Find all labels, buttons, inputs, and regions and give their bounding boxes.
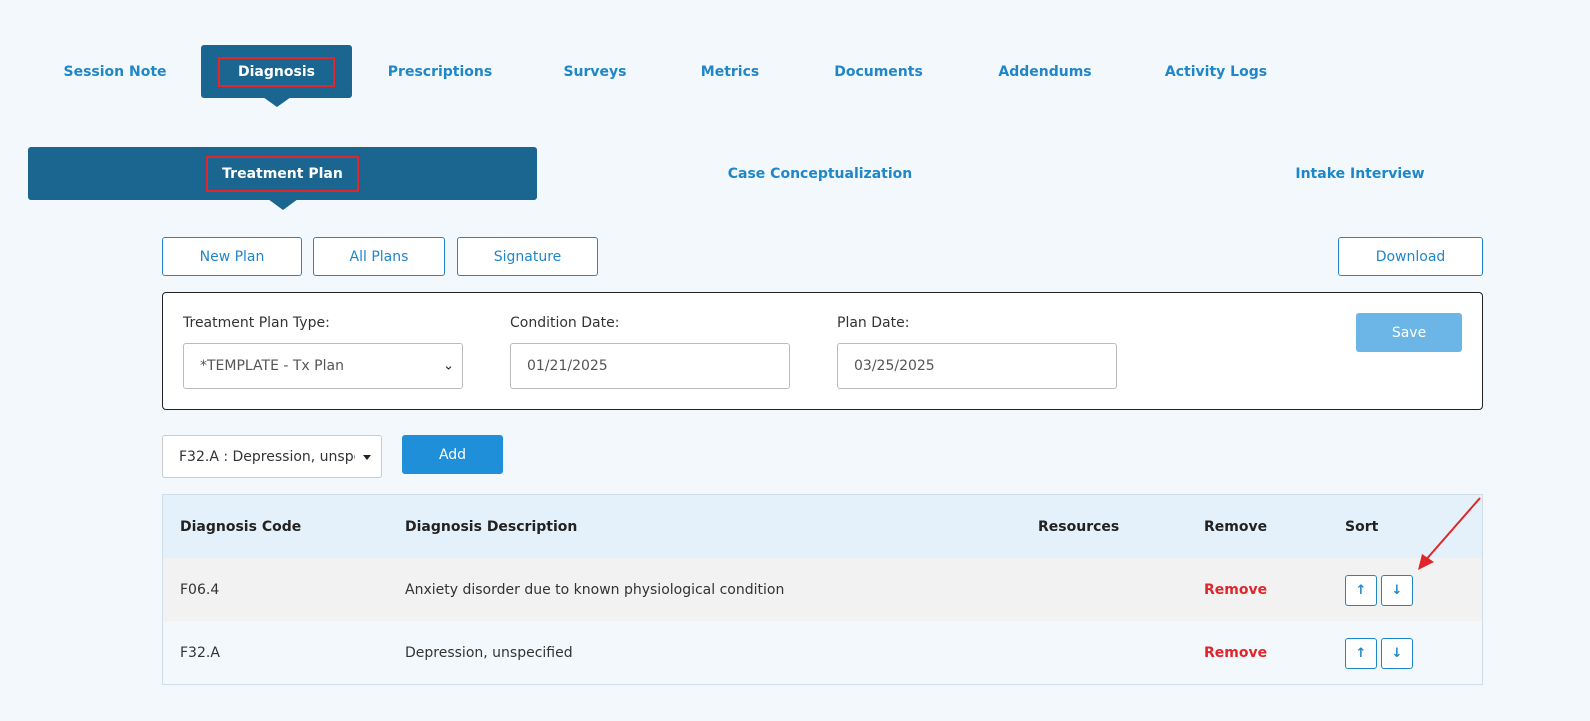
remove-link[interactable]: Remove	[1204, 582, 1267, 598]
plan-date-label: Plan Date:	[837, 315, 910, 331]
signature-button[interactable]: Signature	[457, 237, 598, 276]
header-code: Diagnosis Code	[180, 518, 302, 535]
caret-down-icon	[363, 455, 371, 460]
all-plans-button[interactable]: All Plans	[313, 237, 445, 276]
top-tabs: Session Note Diagnosis Prescriptions Sur…	[0, 45, 1590, 98]
sort-up-button[interactable]: ↑	[1345, 638, 1377, 669]
tab-addendums[interactable]: Addendums	[990, 45, 1100, 98]
table-row: F32.A Depression, unspecified Remove ↑ ↓	[163, 621, 1482, 684]
diagnosis-table: Diagnosis Code Diagnosis Description Res…	[162, 494, 1483, 685]
highlight-box: Treatment Plan	[206, 155, 359, 192]
add-diagnosis-button[interactable]: Add	[402, 435, 503, 474]
subtab-intake-interview[interactable]: Intake Interview	[1290, 147, 1430, 200]
highlight-box: Diagnosis	[218, 56, 335, 87]
subtab-case-conceptualization[interactable]: Case Conceptualization	[720, 147, 920, 200]
table-row: F06.4 Anxiety disorder due to known phys…	[163, 558, 1482, 621]
tab-metrics[interactable]: Metrics	[694, 45, 766, 98]
header-sort: Sort	[1345, 518, 1379, 535]
annotation-arrow-icon	[1418, 497, 1481, 570]
condition-date-label: Condition Date:	[510, 315, 620, 331]
arrow-down-icon: ↓	[1391, 583, 1403, 598]
sub-tabs: Treatment Plan Case Conceptualization In…	[0, 147, 1590, 200]
plan-form-panel: Treatment Plan Type: *TEMPLATE - Tx Plan…	[162, 292, 1483, 410]
download-button[interactable]: Download	[1338, 237, 1483, 276]
tab-prescriptions[interactable]: Prescriptions	[385, 45, 495, 98]
sort-down-button[interactable]: ↓	[1381, 638, 1413, 669]
tab-documents[interactable]: Documents	[826, 45, 931, 98]
sort-up-button[interactable]: ↑	[1345, 575, 1377, 606]
arrow-down-icon: ↓	[1391, 646, 1403, 661]
diagnosis-code: F06.4	[180, 581, 220, 598]
table-header: Diagnosis Code Diagnosis Description Res…	[163, 495, 1482, 558]
header-description: Diagnosis Description	[405, 518, 578, 535]
diagnosis-description: Depression, unspecified	[405, 644, 573, 661]
tab-activity-logs[interactable]: Activity Logs	[1160, 45, 1272, 98]
plan-date-input[interactable]: 03/25/2025	[837, 343, 1117, 389]
plan-type-select[interactable]: *TEMPLATE - Tx Plan ⌄	[183, 343, 463, 389]
arrow-up-icon: ↑	[1355, 583, 1367, 598]
diagnosis-description: Anxiety disorder due to known physiologi…	[405, 581, 785, 598]
tab-surveys[interactable]: Surveys	[555, 45, 635, 98]
arrow-up-icon: ↑	[1355, 646, 1367, 661]
tab-diagnosis[interactable]: Diagnosis	[201, 45, 352, 98]
chevron-down-icon: ⌄	[443, 358, 454, 374]
header-remove: Remove	[1204, 518, 1268, 535]
save-button[interactable]: Save	[1356, 313, 1462, 352]
new-plan-button[interactable]: New Plan	[162, 237, 302, 276]
subtab-treatment-plan[interactable]: Treatment Plan	[28, 147, 537, 200]
plan-type-label: Treatment Plan Type:	[183, 315, 330, 331]
diagnosis-code: F32.A	[180, 644, 220, 661]
header-resources: Resources	[1038, 518, 1120, 535]
condition-date-input[interactable]: 01/21/2025	[510, 343, 790, 389]
tab-session-note[interactable]: Session Note	[60, 45, 170, 98]
diagnosis-select[interactable]: F32.A : Depression, unspecified	[162, 435, 382, 478]
remove-link[interactable]: Remove	[1204, 645, 1267, 661]
sort-down-button[interactable]: ↓	[1381, 575, 1413, 606]
